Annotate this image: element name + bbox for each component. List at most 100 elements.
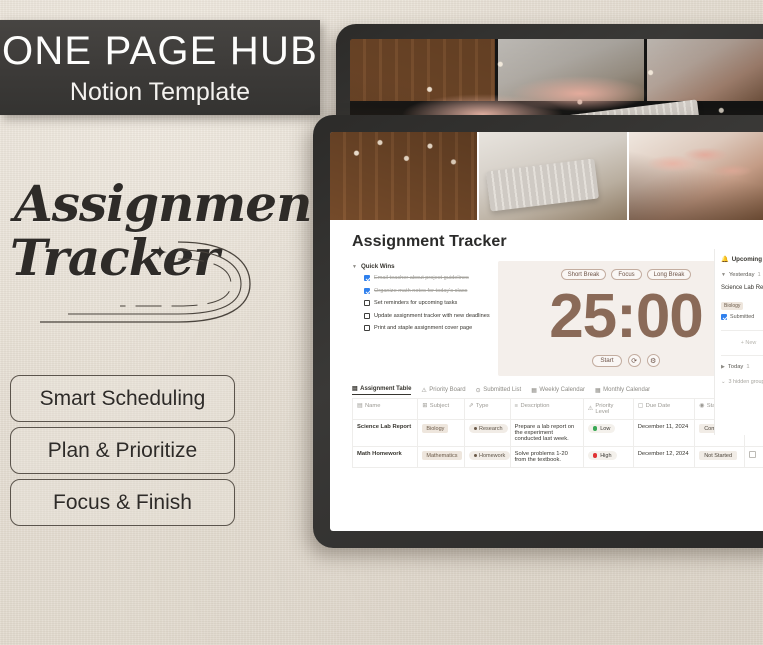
checklist-item[interactable]: Update assignment tracker with new deadl…: [364, 312, 490, 320]
group-label: Yesterday: [728, 272, 755, 278]
column-header-type[interactable]: ⇗ Type: [463, 398, 511, 420]
tab-label: Submitted List: [483, 387, 522, 393]
checklist-label: Organize math notes for today's class: [374, 287, 468, 294]
new-item-button[interactable]: + New: [721, 337, 763, 349]
cell-subject[interactable]: Mathematics: [417, 446, 465, 468]
table-header-row: ▤ Name ⊞ Subject ⇗ Type ≡ Description ⚠ Prior…: [351, 398, 763, 420]
column-header-description[interactable]: ≡ Description: [509, 398, 584, 420]
type-tag: Research: [468, 424, 508, 433]
timer-mode-long-break[interactable]: Long Break: [646, 269, 692, 280]
cell-description[interactable]: Prepare a lab report on the experiment c…: [509, 419, 584, 447]
cell-type[interactable]: Research: [463, 419, 511, 447]
checklist-item[interactable]: Email teacher about project guidelines: [364, 274, 490, 282]
cell-priority[interactable]: Low: [582, 419, 634, 447]
tab-weekly-calendar[interactable]: ▦ Weekly Calendar: [531, 387, 585, 394]
priority-label: High: [600, 452, 612, 459]
calendar-icon: ▦: [594, 387, 601, 394]
column-label: Due Date: [645, 403, 671, 409]
group-count: 1: [757, 272, 761, 278]
timer-controls: Start ⟳ ⚙: [592, 354, 660, 367]
laptop-typing-photo: [479, 132, 627, 220]
checkbox[interactable]: [721, 314, 727, 320]
card-status-label: Submitted: [730, 313, 755, 320]
cell-name[interactable]: Science Lab Report: [351, 419, 419, 447]
status-icon: ◉: [699, 403, 705, 409]
quick-wins-header[interactable]: ▼ Quick Wins: [352, 263, 490, 270]
cell-due-date[interactable]: December 12, 2024: [632, 446, 696, 468]
triangle-right-icon[interactable]: ▶: [721, 364, 725, 370]
triangle-down-icon[interactable]: ▼: [352, 264, 357, 270]
cell-due-date[interactable]: December 11, 2024: [632, 419, 696, 447]
bullet-icon: [473, 454, 477, 457]
divider: [721, 330, 763, 331]
column-header-due-date[interactable]: ▢ Due Date: [632, 398, 696, 420]
gear-icon[interactable]: ⚙: [646, 354, 660, 367]
hidden-groups-toggle[interactable]: ⌄ 3 hidden groups: [721, 379, 763, 385]
chevron-down-icon: ⌄: [721, 378, 726, 385]
column-header-priority-level[interactable]: ⚠ Priority Level: [582, 398, 634, 420]
group-today[interactable]: ▶ Today 1: [721, 364, 763, 370]
type-label: Homework: [479, 452, 506, 459]
feature-pill-plan-prioritize[interactable]: Plan & Prioritize: [10, 427, 235, 474]
group-count: 1: [746, 363, 750, 370]
checkbox[interactable]: [364, 300, 370, 307]
tab-priority-board[interactable]: ⚠ Priority Board: [421, 387, 465, 394]
column-label: Description: [520, 403, 550, 409]
feature-pill-focus-finish[interactable]: Focus & Finish: [10, 479, 235, 526]
cell-subject[interactable]: Biology: [417, 419, 465, 447]
cell-name[interactable]: Math Homework: [351, 446, 419, 468]
checklist-label: Print and staple assignment cover page: [374, 325, 473, 332]
hidden-groups-label: 3 hidden groups: [728, 378, 763, 385]
tab-monthly-calendar[interactable]: ▦ Monthly Calendar: [595, 387, 650, 394]
timer-start-button[interactable]: Start: [592, 354, 622, 367]
quick-wins-title: Quick Wins: [360, 263, 395, 270]
notion-page-body: Assignment Tracker ▼ Quick Wins Email te…: [330, 220, 763, 531]
priority-dot-low: [592, 426, 598, 431]
quick-wins-block: ▼ Quick Wins Email teacher about project…: [352, 261, 490, 376]
table-row[interactable]: Math Homework Mathematics Homework Solve…: [351, 446, 763, 468]
timer-mode-tabs: Short Break Focus Long Break: [560, 269, 692, 280]
column-label: Type: [475, 403, 489, 409]
cell-status[interactable]: Not Started: [694, 446, 746, 468]
status-badge: Not Started: [699, 451, 738, 460]
table-row[interactable]: Science Lab Report Biology Research Prep…: [351, 419, 763, 447]
checkbox[interactable]: [364, 325, 370, 332]
column-label: Subject: [429, 403, 450, 409]
checklist-item[interactable]: Organize math notes for today's class: [364, 287, 490, 295]
board-icon: ⚠: [421, 387, 427, 394]
feature-pill-list: Smart Scheduling Plan & Prioritize Focus…: [10, 375, 235, 531]
triangle-down-icon[interactable]: ▼: [721, 272, 726, 278]
timer-mode-short-break[interactable]: Short Break: [560, 269, 607, 280]
title-icon: ▤: [357, 403, 363, 409]
checklist-label: Update assignment tracker with new deadl…: [374, 312, 490, 319]
feature-pill-smart-scheduling[interactable]: Smart Scheduling: [10, 375, 235, 422]
database-section: ▤ Assignment Table ⚠ Priority Board ⊙ Su…: [330, 385, 763, 531]
column-label: Priority Level: [595, 403, 614, 415]
checkbox[interactable]: [364, 312, 370, 319]
priority-label: Low: [600, 425, 611, 432]
timer-mode-focus[interactable]: Focus: [611, 269, 642, 280]
cell-priority[interactable]: High: [582, 446, 634, 468]
column-header-name[interactable]: ▤ Name: [351, 398, 419, 420]
priority-dot-high: [592, 453, 598, 458]
checkbox[interactable]: [364, 275, 370, 281]
type-tag: Homework: [468, 451, 511, 460]
wordmark-line-2: Tracker: [10, 227, 220, 287]
column-header-subject[interactable]: ⊞ Subject: [417, 398, 465, 420]
refresh-icon[interactable]: ⟳: [627, 354, 641, 367]
tab-assignment-table[interactable]: ▤ Assignment Table: [352, 385, 412, 395]
card-status[interactable]: Submitted: [721, 313, 763, 320]
tab-label: Weekly Calendar: [539, 387, 585, 393]
cell-type[interactable]: Homework: [463, 446, 511, 468]
calendar-icon: ▦: [531, 387, 537, 394]
wordmark-line-1: Assignment: [14, 174, 335, 233]
submitted-checkbox[interactable]: [749, 451, 757, 458]
cell-description[interactable]: Solve problems 1-20 from the textbook.: [509, 446, 584, 468]
upcoming-card[interactable]: Science Lab Report Biology Submitted: [721, 283, 763, 324]
checklist-item[interactable]: Set reminders for upcoming tasks: [364, 299, 490, 307]
checkbox[interactable]: [364, 287, 370, 294]
checklist-item[interactable]: Print and staple assignment cover page: [364, 324, 490, 332]
tab-submitted-list[interactable]: ⊙ Submitted List: [476, 387, 522, 394]
cell-submitted[interactable]: [744, 446, 763, 468]
group-yesterday[interactable]: ▼ Yesterday 1: [721, 272, 763, 278]
